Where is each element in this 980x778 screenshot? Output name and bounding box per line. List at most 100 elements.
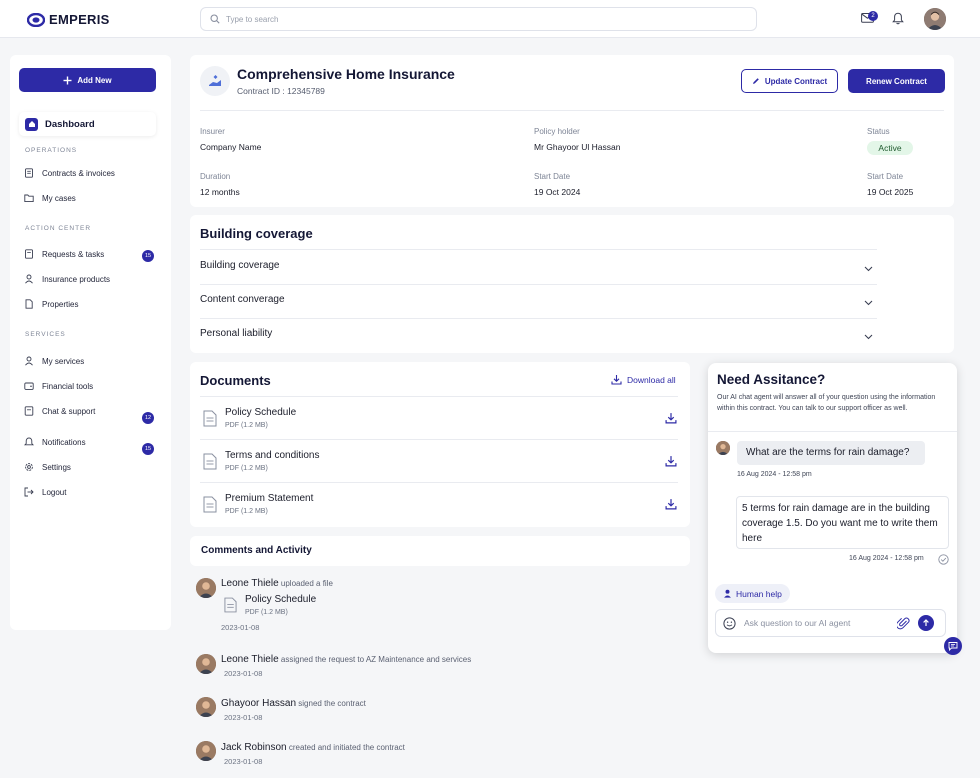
search-bar[interactable] bbox=[200, 7, 757, 31]
sidebar-item-label: Insurance products bbox=[42, 274, 111, 284]
sidebar-item-requests[interactable]: Requests & tasks bbox=[24, 249, 104, 259]
mail-badge: 2 bbox=[868, 11, 878, 21]
logout-icon bbox=[24, 487, 34, 497]
avatar-image bbox=[924, 8, 946, 30]
sidebar-item-properties[interactable]: Properties bbox=[24, 299, 78, 309]
sidebar-item-logout[interactable]: Logout bbox=[24, 487, 66, 497]
activity-file-meta: PDF (1.2 MB) bbox=[245, 609, 288, 616]
contract-divider bbox=[200, 110, 944, 111]
sidebar bbox=[10, 55, 171, 630]
activity-date: 2023-01-08 bbox=[224, 669, 263, 678]
sidebar-item-label: Chat & support bbox=[42, 406, 96, 416]
person-icon bbox=[724, 589, 731, 598]
user-icon bbox=[25, 356, 33, 366]
sidebar-item-label: Logout bbox=[42, 487, 67, 497]
chat-bubble-icon bbox=[948, 642, 958, 651]
documents-title: Documents bbox=[200, 373, 271, 388]
chevron-down-icon[interactable] bbox=[863, 263, 874, 274]
section-title-services: SERVICES bbox=[25, 331, 66, 338]
documents-divider bbox=[200, 482, 678, 483]
notifications-button[interactable] bbox=[892, 12, 904, 25]
activity-user: Leone Thiele bbox=[221, 578, 279, 589]
download-icon[interactable] bbox=[665, 455, 677, 467]
download-all-link[interactable]: Download all bbox=[611, 374, 676, 385]
home-icon bbox=[25, 117, 38, 131]
update-contract-button[interactable]: Update Contract bbox=[741, 69, 838, 93]
coverage-title: Building coverage bbox=[200, 226, 313, 241]
sidebar-item-label: My services bbox=[42, 356, 85, 366]
avatar bbox=[196, 578, 216, 598]
chevron-down-icon[interactable] bbox=[863, 297, 874, 308]
sidebar-item-label: Settings bbox=[42, 462, 71, 472]
send-button[interactable] bbox=[918, 615, 934, 631]
sidebar-item-financial-tools[interactable]: Financial tools bbox=[24, 381, 93, 391]
field-value: 19 Oct 2025 bbox=[867, 187, 914, 197]
activity-date: 2023-01-08 bbox=[221, 623, 260, 632]
chat-divider bbox=[708, 431, 957, 432]
sidebar-item-contracts[interactable]: Contracts & invoices bbox=[24, 168, 115, 178]
attach-icon[interactable] bbox=[897, 617, 910, 630]
chat-icon bbox=[24, 406, 34, 416]
chat-message-input[interactable] bbox=[744, 618, 889, 628]
pdf-file-icon bbox=[203, 453, 217, 470]
activity-text: Ghayoor Hassan signed the contract bbox=[221, 698, 366, 709]
logo-icon bbox=[27, 12, 45, 27]
tasks-icon bbox=[25, 249, 33, 259]
sidebar-item-label: My cases bbox=[42, 193, 76, 203]
sidebar-item-settings[interactable]: Settings bbox=[24, 462, 71, 472]
user-avatar[interactable] bbox=[924, 8, 946, 30]
coverage-row[interactable]: Content converage bbox=[200, 294, 285, 305]
chat-toggle-button[interactable] bbox=[944, 637, 962, 655]
user-icon bbox=[25, 274, 33, 284]
chat-input-bar[interactable] bbox=[715, 609, 946, 637]
coverage-row[interactable]: Building coverage bbox=[200, 260, 280, 271]
sidebar-item-dashboard[interactable]: Dashboard bbox=[19, 112, 156, 136]
sidebar-item-chat-support[interactable]: Chat & support bbox=[24, 406, 95, 416]
human-help-button[interactable]: Human help bbox=[715, 584, 790, 603]
doc-icon bbox=[25, 299, 33, 309]
notifications-badge: 15 bbox=[142, 443, 154, 455]
field-label: Start Date bbox=[534, 172, 571, 181]
avatar bbox=[196, 697, 216, 717]
sidebar-item-insurance-products[interactable]: Insurance products bbox=[24, 274, 110, 284]
coverage-row[interactable]: Personal liability bbox=[200, 328, 272, 339]
activity-date: 2023-01-08 bbox=[224, 757, 263, 766]
sidebar-item-my-services[interactable]: My services bbox=[24, 356, 84, 366]
message-time: 16 Aug 2024 - 12:58 pm bbox=[849, 555, 924, 562]
renew-contract-button[interactable]: Renew Contract bbox=[848, 69, 945, 93]
activity-action: assigned the request to AZ Maintenance a… bbox=[280, 655, 472, 664]
search-input[interactable] bbox=[226, 14, 726, 24]
emoji-icon[interactable] bbox=[723, 616, 736, 630]
field-label: Duration bbox=[200, 172, 231, 181]
contract-icon-badge bbox=[200, 66, 230, 96]
pdf-file-icon bbox=[203, 410, 217, 427]
activity-user: Ghayoor Hassan bbox=[221, 698, 297, 709]
field-value: Company Name bbox=[200, 142, 262, 152]
download-icon[interactable] bbox=[665, 412, 677, 424]
activity-action: signed the contract bbox=[298, 699, 366, 708]
sidebar-item-label: Contracts & invoices bbox=[42, 168, 115, 178]
download-icon[interactable] bbox=[665, 498, 677, 510]
sidebar-item-my-cases[interactable]: My cases bbox=[24, 193, 76, 203]
field-value: 12 months bbox=[200, 187, 240, 197]
dashboard-label: Dashboard bbox=[45, 118, 95, 130]
logo[interactable]: EMPERIS bbox=[27, 12, 110, 27]
documents-divider bbox=[200, 439, 678, 440]
chevron-down-icon[interactable] bbox=[863, 331, 874, 342]
add-new-button[interactable]: Add New bbox=[19, 68, 156, 92]
field-value: 19 Oct 2024 bbox=[534, 187, 581, 197]
sidebar-item-label: Requests & tasks bbox=[42, 249, 105, 259]
sidebar-item-notifications[interactable]: Notifications bbox=[24, 437, 86, 447]
avatar bbox=[196, 741, 216, 761]
avatar bbox=[716, 441, 730, 455]
add-new-label: Add New bbox=[77, 75, 112, 85]
sidebar-item-label: Financial tools bbox=[42, 381, 94, 391]
activity-user: Leone Thiele bbox=[221, 654, 279, 665]
bell-icon bbox=[24, 437, 34, 446]
update-contract-label: Update Contract bbox=[764, 76, 828, 86]
search-icon bbox=[210, 14, 220, 24]
activity-date: 2023-01-08 bbox=[224, 713, 263, 722]
activity-file-name[interactable]: Policy Schedule bbox=[245, 594, 316, 605]
activity-user: Jack Robinson bbox=[221, 742, 287, 753]
pdf-file-icon bbox=[224, 597, 237, 613]
